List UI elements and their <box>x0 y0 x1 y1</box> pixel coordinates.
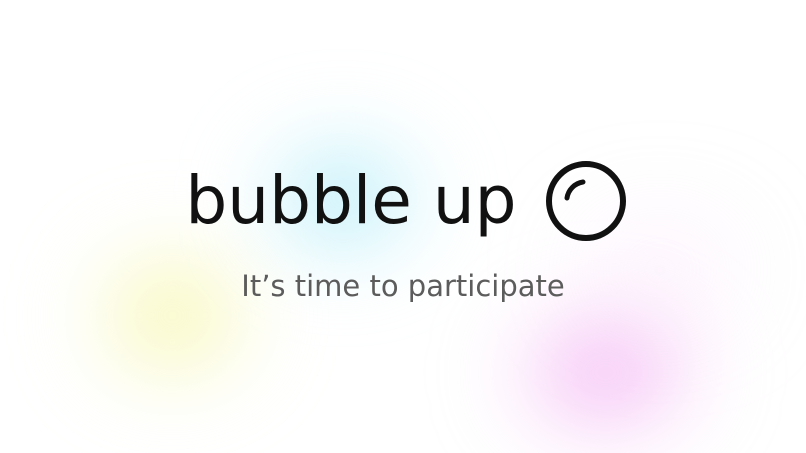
hero-subtitle: It’s time to participate <box>241 269 565 303</box>
hero-slide: bubble up It’s time to participate <box>0 0 806 453</box>
pink-glow <box>488 290 723 453</box>
yellow-glow <box>70 228 275 403</box>
title-row: bubble up <box>0 158 806 244</box>
hero-title: bubble up <box>185 162 517 239</box>
bubble-icon <box>545 161 626 241</box>
